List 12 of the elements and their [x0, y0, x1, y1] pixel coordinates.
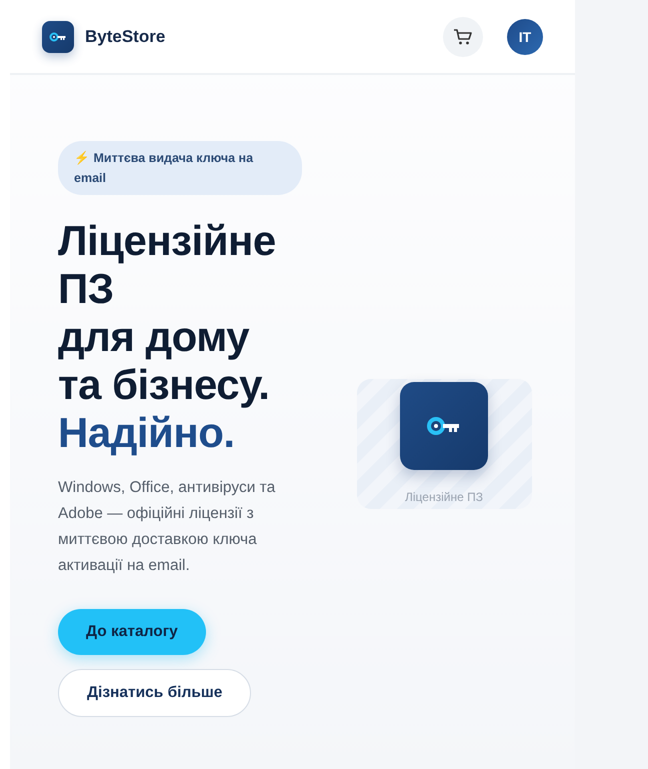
- hero-title: Ліцензійне ПЗ для дому та бізнесу. Надійно.: [58, 217, 277, 457]
- key-icon: [400, 382, 488, 470]
- cart-button[interactable]: [443, 16, 483, 56]
- card-caption: Ліцензійне ПЗ: [405, 490, 483, 504]
- learn-more-button[interactable]: Дізнатись більше: [58, 669, 252, 717]
- brand-name[interactable]: ByteStore: [85, 26, 166, 46]
- catalog-button[interactable]: До каталогу: [58, 609, 206, 655]
- hero-description: Windows, Office, антивіруси та Adobe — офіційні ліцензії з миттєвою доставкою ключа активації на email.: [58, 478, 276, 576]
- avatar-button[interactable]: IT: [507, 18, 543, 54]
- feature-badge: ⚡ Миттєва видача ключа на email: [58, 141, 302, 195]
- cart-icon: [453, 26, 473, 46]
- logo-icon: [42, 20, 74, 52]
